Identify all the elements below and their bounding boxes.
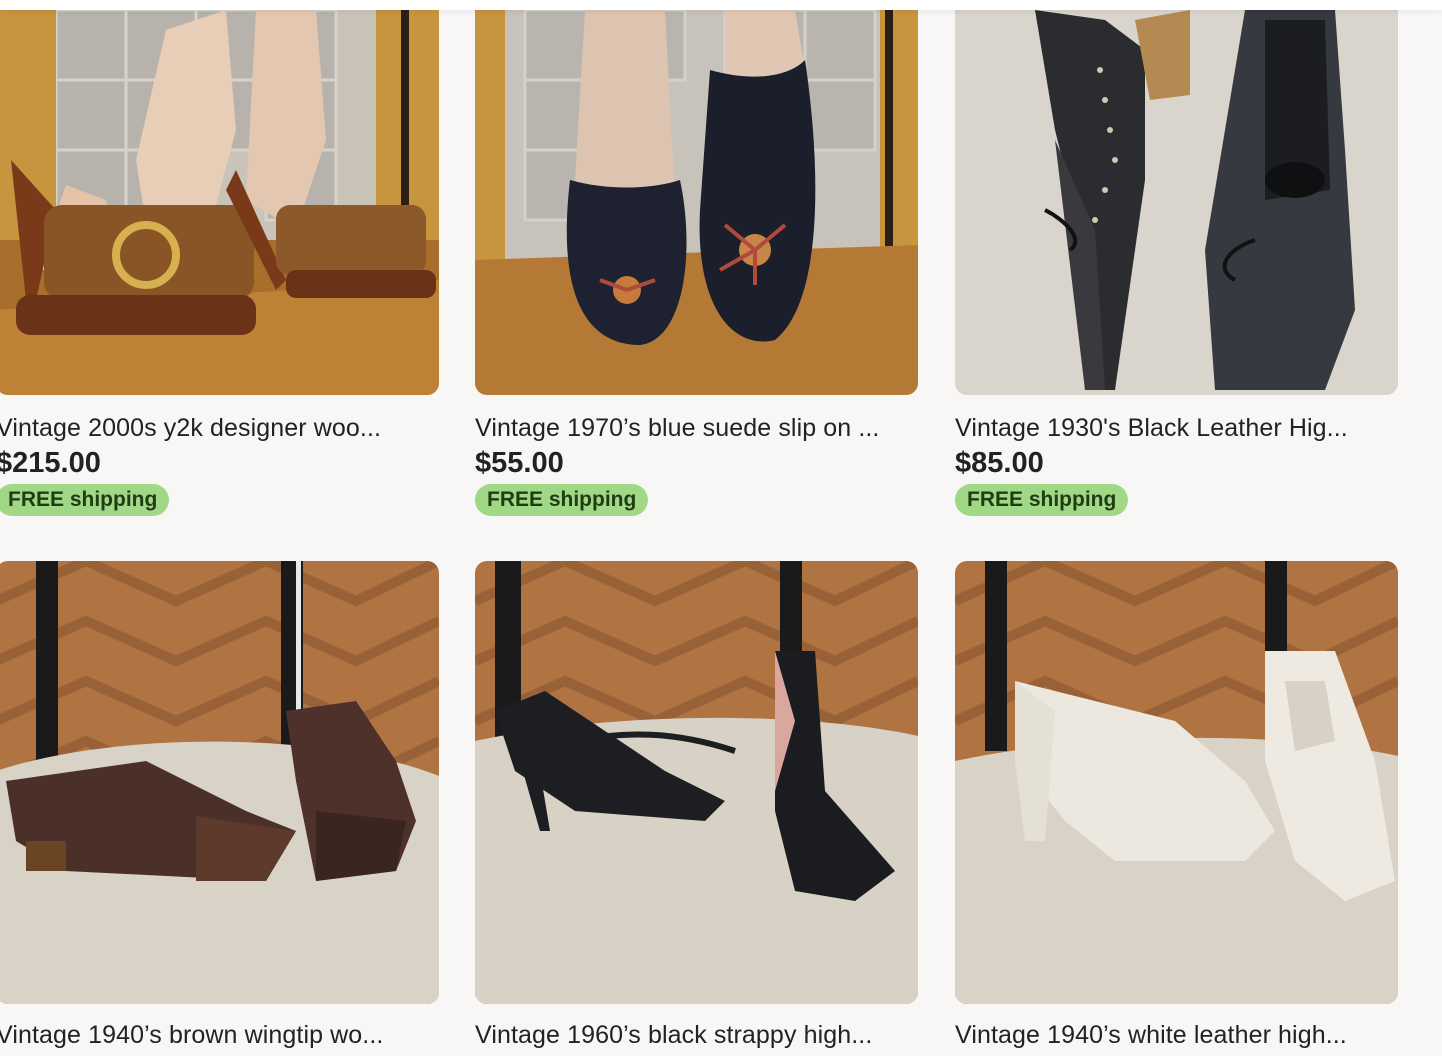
listing-image[interactable] bbox=[0, 10, 439, 395]
listing-title[interactable]: Vintage 1960’s black strappy high... bbox=[475, 1020, 918, 1050]
brown-wingtip-oxfords-photo bbox=[0, 561, 439, 1004]
listing-image[interactable] bbox=[475, 10, 918, 395]
blue-suede-flats-photo bbox=[475, 10, 918, 395]
listing-image[interactable] bbox=[955, 561, 1398, 1004]
listing-price: $55.00 bbox=[475, 447, 564, 479]
listing-title[interactable]: Vintage 1940’s brown wingtip wo... bbox=[0, 1020, 439, 1050]
listing-grid: Vintage 2000s y2k designer woo... $215.0… bbox=[0, 0, 1442, 1056]
listing-card[interactable]: Vintage 1960’s black strappy high... bbox=[475, 561, 918, 1050]
free-shipping-badge: FREE shipping bbox=[475, 484, 649, 516]
listing-image[interactable] bbox=[475, 561, 918, 1004]
listing-price: $85.00 bbox=[955, 447, 1044, 479]
listing-card[interactable]: Vintage 1970’s blue suede slip on ... $5… bbox=[475, 10, 918, 516]
listing-card[interactable]: Vintage 1930's Black Leather Hig... $85.… bbox=[955, 10, 1398, 516]
listing-title[interactable]: Vintage 1970’s blue suede slip on ... bbox=[475, 413, 918, 443]
listing-title[interactable]: Vintage 2000s y2k designer woo... bbox=[0, 413, 439, 443]
wood-platform-heel-mules-photo bbox=[0, 10, 439, 395]
listing-image[interactable] bbox=[955, 10, 1398, 395]
listing-card[interactable]: Vintage 1940’s brown wingtip wo... bbox=[0, 561, 439, 1050]
listing-price: $215.00 bbox=[0, 447, 101, 479]
listing-card[interactable]: Vintage 2000s y2k designer woo... $215.0… bbox=[0, 10, 439, 516]
listing-title[interactable]: Vintage 1930's Black Leather Hig... bbox=[955, 413, 1398, 443]
black-strappy-heels-photo bbox=[475, 561, 918, 1004]
free-shipping-badge: FREE shipping bbox=[0, 484, 170, 516]
listing-image[interactable] bbox=[0, 561, 439, 1004]
black-leather-heels-photo bbox=[955, 10, 1398, 395]
free-shipping-badge: FREE shipping bbox=[955, 484, 1129, 516]
white-leather-heels-photo bbox=[955, 561, 1398, 1004]
header-shadow bbox=[0, 0, 1442, 10]
listing-title[interactable]: Vintage 1940’s white leather high... bbox=[955, 1020, 1398, 1050]
listing-card[interactable]: Vintage 1940’s white leather high... bbox=[955, 561, 1398, 1050]
